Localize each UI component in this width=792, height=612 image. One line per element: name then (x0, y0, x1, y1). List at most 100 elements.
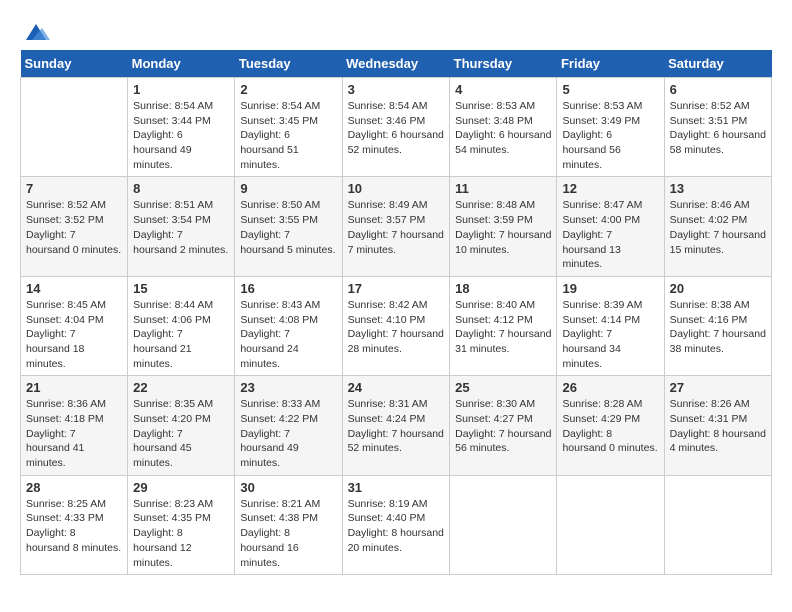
day-info: Sunrise: 8:19 AMSunset: 4:40 PMDaylight:… (348, 497, 445, 556)
day-info: Sunrise: 8:40 AMSunset: 4:12 PMDaylight:… (455, 298, 551, 357)
day-number: 2 (240, 82, 336, 97)
day-info: Sunrise: 8:44 AMSunset: 4:06 PMDaylight:… (133, 298, 229, 371)
day-number: 8 (133, 181, 229, 196)
calendar-week-row: 28Sunrise: 8:25 AMSunset: 4:33 PMDayligh… (21, 475, 772, 574)
day-number: 5 (562, 82, 658, 97)
calendar-cell: 29 Sunrise: 8:23 AMSunset: 4:35 PMDayligh… (128, 475, 235, 574)
day-info: Sunrise: 8:47 AMSunset: 4:00 PMDaylight:… (562, 198, 658, 271)
day-info: Sunrise: 8:39 AMSunset: 4:14 PMDaylight:… (562, 298, 658, 371)
day-info: Sunrise: 8:54 AMSunset: 3:45 PMDaylight:… (240, 99, 336, 172)
day-number: 16 (240, 281, 336, 296)
day-number: 25 (455, 380, 551, 395)
calendar-cell: 24Sunrise: 8:31 AMSunset: 4:24 PMDayligh… (342, 376, 450, 475)
day-number: 29 (133, 480, 229, 495)
day-number: 4 (455, 82, 551, 97)
day-info: Sunrise: 8:53 AMSunset: 3:48 PMDaylight:… (455, 99, 551, 158)
calendar-cell: 19Sunrise: 8:39 AMSunset: 4:14 PMDayligh… (557, 276, 664, 375)
calendar-cell: 14Sunrise: 8:45 AMSunset: 4:04 PMDayligh… (21, 276, 128, 375)
day-number: 26 (562, 380, 658, 395)
day-number: 28 (26, 480, 122, 495)
day-info: Sunrise: 8:35 AMSunset: 4:20 PMDaylight:… (133, 397, 229, 470)
calendar-cell: 31Sunrise: 8:19 AMSunset: 4:40 PMDayligh… (342, 475, 450, 574)
day-number: 3 (348, 82, 445, 97)
calendar-cell: 6 Sunrise: 8:52 AMSunset: 3:51 PMDaylight… (664, 78, 771, 177)
day-number: 7 (26, 181, 122, 196)
calendar-cell: 11 Sunrise: 8:48 AMSunset: 3:59 PMDayligh… (450, 177, 557, 276)
calendar-cell: 26Sunrise: 8:28 AMSunset: 4:29 PMDayligh… (557, 376, 664, 475)
calendar-cell: 20 Sunrise: 8:38 AMSunset: 4:16 PMDayligh… (664, 276, 771, 375)
day-info: Sunrise: 8:54 AMSunset: 3:46 PMDaylight:… (348, 99, 445, 158)
day-info: Sunrise: 8:43 AMSunset: 4:08 PMDaylight:… (240, 298, 336, 371)
calendar-cell: 5 Sunrise: 8:53 AMSunset: 3:49 PMDaylight… (557, 78, 664, 177)
day-info: Sunrise: 8:52 AMSunset: 3:52 PMDaylight:… (26, 198, 122, 257)
calendar-cell: 22 Sunrise: 8:35 AMSunset: 4:20 PMDayligh… (128, 376, 235, 475)
day-info: Sunrise: 8:31 AMSunset: 4:24 PMDaylight:… (348, 397, 445, 456)
day-number: 15 (133, 281, 229, 296)
weekday-header-friday: Friday (557, 50, 664, 78)
calendar-cell: 28Sunrise: 8:25 AMSunset: 4:33 PMDayligh… (21, 475, 128, 574)
day-number: 14 (26, 281, 122, 296)
day-number: 11 (455, 181, 551, 196)
calendar-cell: 9Sunrise: 8:50 AMSunset: 3:55 PMDaylight… (235, 177, 342, 276)
calendar-cell: 10 Sunrise: 8:49 AMSunset: 3:57 PMDayligh… (342, 177, 450, 276)
calendar-week-row: 1 Sunrise: 8:54 AMSunset: 3:44 PMDaylight… (21, 78, 772, 177)
calendar-cell: 23 Sunrise: 8:33 AMSunset: 4:22 PMDayligh… (235, 376, 342, 475)
day-number: 23 (240, 380, 336, 395)
page-header (20, 20, 772, 40)
calendar-week-row: 21Sunrise: 8:36 AMSunset: 4:18 PMDayligh… (21, 376, 772, 475)
day-number: 21 (26, 380, 122, 395)
calendar-table: SundayMondayTuesdayWednesdayThursdayFrid… (20, 50, 772, 575)
calendar-cell: 30 Sunrise: 8:21 AMSunset: 4:38 PMDayligh… (235, 475, 342, 574)
day-info: Sunrise: 8:26 AMSunset: 4:31 PMDaylight:… (670, 397, 766, 456)
day-info: Sunrise: 8:48 AMSunset: 3:59 PMDaylight:… (455, 198, 551, 257)
day-info: Sunrise: 8:38 AMSunset: 4:16 PMDaylight:… (670, 298, 766, 357)
day-info: Sunrise: 8:53 AMSunset: 3:49 PMDaylight:… (562, 99, 658, 172)
day-info: Sunrise: 8:50 AMSunset: 3:55 PMDaylight:… (240, 198, 336, 257)
day-info: Sunrise: 8:52 AMSunset: 3:51 PMDaylight:… (670, 99, 766, 158)
logo (20, 20, 50, 40)
day-number: 18 (455, 281, 551, 296)
day-info: Sunrise: 8:54 AMSunset: 3:44 PMDaylight:… (133, 99, 229, 172)
calendar-cell: 25 Sunrise: 8:30 AMSunset: 4:27 PMDayligh… (450, 376, 557, 475)
day-number: 22 (133, 380, 229, 395)
day-number: 10 (348, 181, 445, 196)
day-number: 6 (670, 82, 766, 97)
calendar-cell: 2 Sunrise: 8:54 AMSunset: 3:45 PMDaylight… (235, 78, 342, 177)
weekday-header-sunday: Sunday (21, 50, 128, 78)
calendar-header-row: SundayMondayTuesdayWednesdayThursdayFrid… (21, 50, 772, 78)
calendar-cell (21, 78, 128, 177)
day-info: Sunrise: 8:49 AMSunset: 3:57 PMDaylight:… (348, 198, 445, 257)
day-info: Sunrise: 8:33 AMSunset: 4:22 PMDaylight:… (240, 397, 336, 470)
day-info: Sunrise: 8:30 AMSunset: 4:27 PMDaylight:… (455, 397, 551, 456)
day-number: 12 (562, 181, 658, 196)
calendar-cell: 18 Sunrise: 8:40 AMSunset: 4:12 PMDayligh… (450, 276, 557, 375)
calendar-cell: 7 Sunrise: 8:52 AMSunset: 3:52 PMDaylight… (21, 177, 128, 276)
calendar-cell (557, 475, 664, 574)
calendar-cell: 8 Sunrise: 8:51 AMSunset: 3:54 PMDaylight… (128, 177, 235, 276)
calendar-cell: 4 Sunrise: 8:53 AMSunset: 3:48 PMDaylight… (450, 78, 557, 177)
day-number: 13 (670, 181, 766, 196)
day-number: 27 (670, 380, 766, 395)
day-info: Sunrise: 8:46 AMSunset: 4:02 PMDaylight:… (670, 198, 766, 257)
calendar-cell (664, 475, 771, 574)
day-info: Sunrise: 8:51 AMSunset: 3:54 PMDaylight:… (133, 198, 229, 257)
calendar-cell (450, 475, 557, 574)
day-number: 30 (240, 480, 336, 495)
calendar-cell: 13 Sunrise: 8:46 AMSunset: 4:02 PMDayligh… (664, 177, 771, 276)
calendar-week-row: 14Sunrise: 8:45 AMSunset: 4:04 PMDayligh… (21, 276, 772, 375)
day-number: 17 (348, 281, 445, 296)
day-number: 20 (670, 281, 766, 296)
day-info: Sunrise: 8:23 AMSunset: 4:35 PMDaylight:… (133, 497, 229, 570)
calendar-cell: 12 Sunrise: 8:47 AMSunset: 4:00 PMDayligh… (557, 177, 664, 276)
logo-icon (22, 20, 50, 44)
weekday-header-monday: Monday (128, 50, 235, 78)
weekday-header-wednesday: Wednesday (342, 50, 450, 78)
calendar-cell: 1 Sunrise: 8:54 AMSunset: 3:44 PMDaylight… (128, 78, 235, 177)
calendar-cell: 21Sunrise: 8:36 AMSunset: 4:18 PMDayligh… (21, 376, 128, 475)
calendar-cell: 27 Sunrise: 8:26 AMSunset: 4:31 PMDayligh… (664, 376, 771, 475)
day-info: Sunrise: 8:21 AMSunset: 4:38 PMDaylight:… (240, 497, 336, 570)
calendar-week-row: 7 Sunrise: 8:52 AMSunset: 3:52 PMDaylight… (21, 177, 772, 276)
day-number: 1 (133, 82, 229, 97)
calendar-cell: 3 Sunrise: 8:54 AMSunset: 3:46 PMDaylight… (342, 78, 450, 177)
weekday-header-saturday: Saturday (664, 50, 771, 78)
